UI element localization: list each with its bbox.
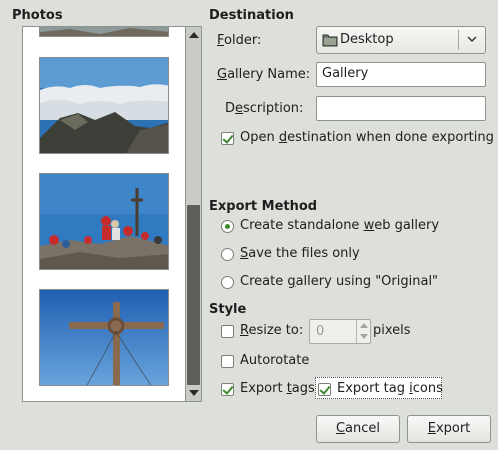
open-destination-label[interactable]: Open destination when done exporting <box>240 130 494 145</box>
radio-gallery-original[interactable] <box>221 276 234 289</box>
autorotate-checkbox[interactable] <box>221 355 234 368</box>
gallery-name-label: Gallery Name: <box>217 67 311 82</box>
export-tag-icons-label[interactable]: Export tag icons <box>337 381 443 396</box>
open-destination-checkbox[interactable] <box>221 132 234 145</box>
spin-down-icon[interactable] <box>360 334 368 339</box>
chevron-down-icon[interactable] <box>467 34 477 44</box>
description-input[interactable] <box>316 96 486 121</box>
scrollbar-thumb[interactable] <box>187 205 200 385</box>
photos-list[interactable] <box>22 26 186 402</box>
photo-thumbnail-2[interactable] <box>39 57 169 154</box>
photo-thumbnail-3[interactable] <box>39 173 169 270</box>
resize-value: 0 <box>316 324 325 339</box>
export-tags-label[interactable]: Export tags <box>240 381 315 396</box>
radio-standalone-gallery[interactable] <box>221 220 234 233</box>
photo-thumbnail-1[interactable] <box>39 27 169 37</box>
photos-scrollbar[interactable] <box>186 26 202 402</box>
resize-unit-label: pixels <box>373 323 411 338</box>
style-heading: Style <box>209 302 247 317</box>
folder-combobox[interactable]: Desktop <box>316 26 486 54</box>
folder-icon <box>322 34 338 47</box>
export-button[interactable]: Export <box>407 415 491 443</box>
destination-heading: Destination <box>209 8 294 23</box>
arrow-up-icon[interactable] <box>189 32 199 38</box>
resize-label[interactable]: Resize to: <box>240 323 303 338</box>
photos-heading: Photos <box>12 8 63 23</box>
export-method-heading: Export Method <box>209 199 318 214</box>
folder-value: Desktop <box>340 32 394 47</box>
cancel-button[interactable]: Cancel <box>316 415 400 443</box>
radio-save-files-only[interactable] <box>221 248 234 261</box>
gallery-name-input[interactable]: Gallery <box>316 62 486 87</box>
spin-up-icon[interactable] <box>360 323 368 328</box>
radio-save-files-only-label[interactable]: Save the files only <box>240 246 360 261</box>
export-tag-icons-checkbox[interactable] <box>318 383 331 396</box>
photo-thumbnail-4[interactable] <box>39 289 169 386</box>
folder-label: Folder: <box>217 33 262 48</box>
export-tags-checkbox[interactable] <box>221 383 234 396</box>
radio-standalone-gallery-label[interactable]: Create standalone web gallery <box>240 218 439 233</box>
resize-checkbox[interactable] <box>221 325 234 338</box>
resize-spinbutton[interactable]: 0 <box>309 319 371 344</box>
autorotate-label[interactable]: Autorotate <box>240 353 309 368</box>
arrow-down-icon[interactable] <box>189 390 199 396</box>
radio-gallery-original-label[interactable]: Create gallery using "Original" <box>240 274 438 289</box>
description-label: Description: <box>225 101 304 116</box>
